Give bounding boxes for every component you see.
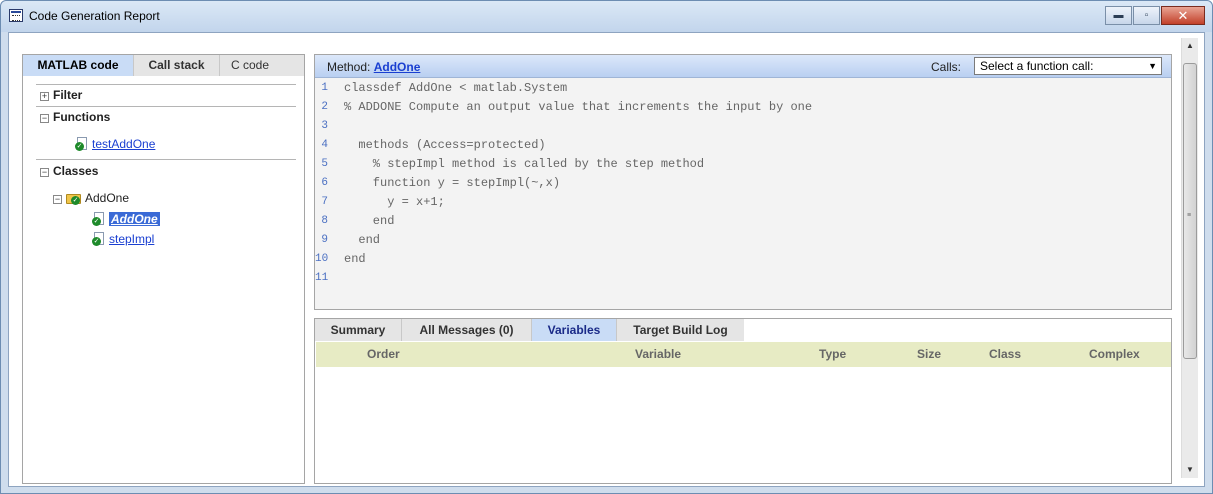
dropdown-arrow-icon[interactable]: ▼ [1148,58,1157,74]
line-number: 9 [321,234,328,246]
code-text: end [344,233,381,247]
functions-section[interactable]: − Functions [40,110,110,124]
code-line: 9 end [315,231,1171,250]
classes-section[interactable]: − Classes [40,164,98,178]
code-line: 10 end [315,250,1171,269]
calls-dropdown-value: Select a function call: [980,59,1094,73]
checked-file-icon: ✓ [75,137,89,151]
tab-c-code[interactable]: C code [220,55,280,76]
function-item-testaddone[interactable]: ✓ testAddOne [75,137,155,151]
grip-icon: ≡ [1187,212,1192,219]
class-folder-icon: ✓ [66,192,82,205]
line-number: 3 [321,120,328,132]
class-item-addone[interactable]: − ✓ AddOne [53,191,129,205]
variables-table-header: Order Variable Type Size Class Complex [316,342,1171,367]
method-link-selected[interactable]: AddOne [109,212,160,226]
functions-label: Functions [53,110,111,124]
code-text: methods (Access=protected) [344,138,546,152]
checked-file-icon: ✓ [92,232,106,246]
navigation-panel: MATLAB code Call stack C code + Filter − F… [22,54,305,484]
scroll-down-icon[interactable]: ▼ [1182,462,1198,478]
app-icon [9,9,23,22]
code-text: end [344,214,395,228]
collapse-icon[interactable]: − [40,114,49,123]
collapse-icon[interactable]: − [40,168,49,177]
code-line: 1 classdef AddOne < matlab.System [315,79,1171,98]
column-header-variable[interactable]: Variable [635,342,681,367]
minimize-button[interactable]: ▬ [1105,6,1132,25]
calls-label: Calls: [931,60,962,74]
column-header-order[interactable]: Order [367,342,400,367]
code-line: 7 y = x+1; [315,193,1171,212]
tab-all-messages[interactable]: All Messages (0) [402,319,532,341]
line-number: 8 [321,215,328,227]
code-line: 2 % ADDONE Compute an output value that i… [315,98,1171,117]
code-text: classdef AddOne < matlab.System [344,81,568,95]
code-line: 11 [315,269,1171,288]
line-number: 5 [321,158,328,170]
method-prefix: Method: [327,60,371,74]
calls-dropdown[interactable]: Select a function call: ▼ [974,57,1162,75]
line-number: 7 [321,196,328,208]
maximize-button[interactable]: ▫ [1133,6,1160,25]
code-text: % ADDONE Compute an output value that in… [344,100,813,114]
function-link[interactable]: testAddOne [92,137,155,151]
code-line: 4 methods (Access=protected) [315,136,1171,155]
close-button[interactable]: ✕ [1161,6,1205,25]
scroll-up-icon[interactable]: ▲ [1182,38,1198,54]
divider [36,84,296,85]
line-number: 11 [315,272,329,284]
report-panel: Summary All Messages (0) Variables Targe… [314,318,1172,484]
class-label: AddOne [85,191,130,205]
column-header-type[interactable]: Type [819,342,846,367]
divider [36,159,296,160]
method-link[interactable]: stepImpl [109,232,154,246]
method-name-link[interactable]: AddOne [374,60,421,74]
column-header-size[interactable]: Size [917,342,941,367]
line-number: 4 [321,139,328,151]
tab-matlab-code[interactable]: MATLAB code [23,55,134,76]
line-number: 1 [321,82,328,94]
divider [36,106,296,107]
code-line: 6 function y = stepImpl(~,x) [315,174,1171,193]
line-number: 2 [321,101,328,113]
line-number: 6 [321,177,328,189]
code-line: 3 [315,117,1171,136]
scrollbar-thumb[interactable]: ≡ [1183,63,1197,359]
column-header-class[interactable]: Class [989,342,1021,367]
navigation-tabs: MATLAB code Call stack C code [23,55,304,76]
tab-target-build-log[interactable]: Target Build Log [617,319,744,341]
window-title: Code Generation Report [29,9,160,23]
tab-variables[interactable]: Variables [532,319,617,341]
code-line: 8 end [315,212,1171,231]
code-line: 5 % stepImpl method is called by the ste… [315,155,1171,174]
code-header: Method: AddOne Calls: Select a function … [315,55,1171,78]
method-item-addone[interactable]: ✓ AddOne [92,212,160,226]
code-listing[interactable]: 1 classdef AddOne < matlab.System 2 % ADDON… [315,79,1171,309]
report-tabs: Summary All Messages (0) Variables Targe… [315,319,744,341]
method-header: Method: AddOne [327,60,420,74]
vertical-scrollbar[interactable]: ▲ ≡ ▼ [1181,38,1198,478]
code-text: % stepImpl method is called by the step … [344,157,705,171]
expand-icon[interactable]: + [40,92,49,101]
tab-summary[interactable]: Summary [315,319,402,341]
filter-section[interactable]: + Filter [40,88,82,102]
collapse-icon[interactable]: − [53,195,62,204]
code-text: function y = stepImpl(~,x) [344,176,561,190]
method-item-stepimpl[interactable]: ✓ stepImpl [92,232,154,246]
checked-file-icon: ✓ [92,212,106,226]
code-text: end [344,252,366,266]
line-number: 10 [315,253,329,265]
filter-label: Filter [53,88,83,102]
code-panel: Method: AddOne Calls: Select a function … [314,54,1172,310]
window-controls: ▬ ▫ ✕ [1105,6,1205,25]
classes-label: Classes [53,164,99,178]
tab-call-stack[interactable]: Call stack [134,55,220,76]
title-bar[interactable]: Code Generation Report ▬ ▫ ✕ [1,1,1212,32]
code-text: y = x+1; [344,195,445,209]
column-header-complex[interactable]: Complex [1089,342,1140,367]
